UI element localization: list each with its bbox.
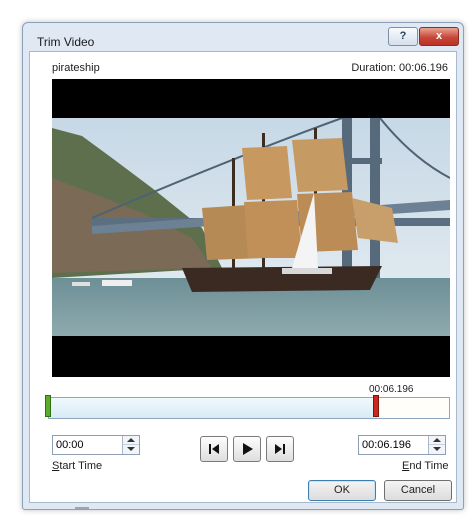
trim-timeline[interactable] (48, 397, 450, 419)
play-button[interactable] (233, 436, 261, 462)
end-marker-time: 00:06.196 (369, 384, 414, 395)
end-time-stepper[interactable] (358, 435, 446, 455)
end-time-input[interactable] (359, 436, 433, 454)
ok-button[interactable]: OK (308, 480, 376, 501)
trim-video-dialog: Trim Video ? x pirateship Duration: 00:0… (22, 22, 464, 510)
start-time-spin (122, 436, 139, 454)
trim-selection (49, 398, 377, 418)
dialog-title: Trim Video (37, 35, 95, 49)
video-filename: pirateship (52, 62, 100, 74)
start-time-down-arrow-icon[interactable] (123, 445, 139, 454)
end-time-label: End Time (402, 460, 448, 472)
end-time-up-arrow-icon[interactable] (429, 436, 445, 445)
help-icon: ? (399, 30, 407, 42)
end-time-down-arrow-icon[interactable] (429, 445, 445, 454)
play-icon (243, 443, 253, 455)
previous-frame-button[interactable] (200, 436, 228, 462)
next-frame-icon (275, 444, 285, 454)
start-time-up-arrow-icon[interactable] (123, 436, 139, 445)
end-time-spin (428, 436, 445, 454)
previous-frame-icon (209, 444, 219, 454)
start-time-label-text: tart Time (59, 460, 103, 472)
start-trim-handle[interactable] (45, 395, 51, 417)
title-bar[interactable]: Trim Video ? x (23, 23, 463, 53)
start-time-label: Start Time (52, 460, 102, 472)
help-button[interactable]: ? (388, 27, 418, 46)
resize-grip (75, 507, 89, 509)
start-time-stepper[interactable] (52, 435, 140, 455)
end-time-label-text: nd Time (409, 460, 449, 472)
video-preview[interactable] (52, 79, 450, 377)
video-duration: Duration: 00:06.196 (351, 62, 448, 74)
start-time-input[interactable] (53, 436, 127, 454)
dialog-body: pirateship Duration: 00:06.196 00:06.196… (29, 51, 457, 503)
video-frame-image (52, 118, 450, 336)
next-frame-button[interactable] (266, 436, 294, 462)
close-button[interactable]: x (419, 27, 459, 46)
end-trim-handle[interactable] (373, 395, 379, 417)
close-icon: x (435, 30, 443, 42)
cancel-button[interactable]: Cancel (384, 480, 452, 501)
